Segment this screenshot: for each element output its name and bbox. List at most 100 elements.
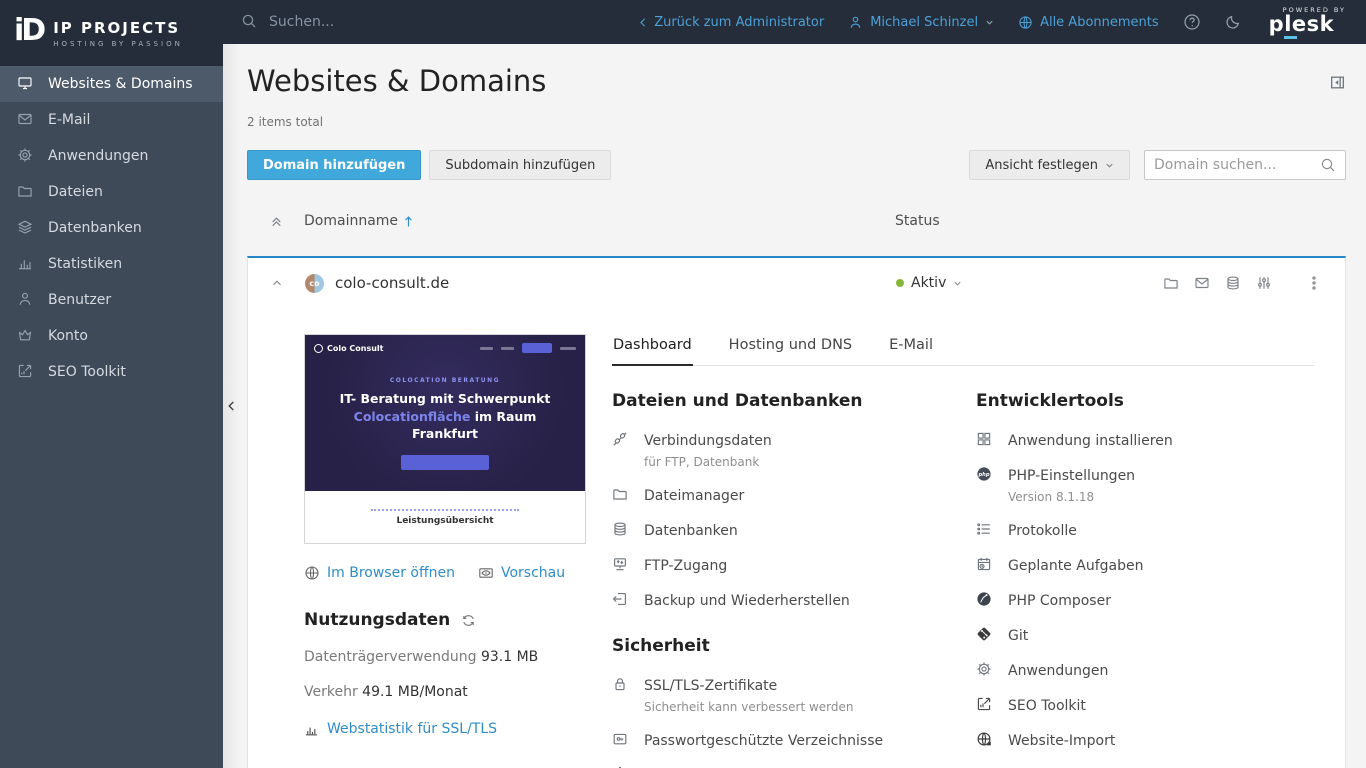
domain-favicon: co — [305, 274, 324, 293]
tab-e-mail[interactable]: E-Mail — [888, 334, 934, 365]
plesk-logo[interactable]: POWERED BY plesk — [1269, 6, 1346, 39]
envelope-icon — [17, 111, 35, 129]
domain-search-input[interactable] — [1154, 157, 1320, 173]
items-total: 2 items total — [247, 115, 1346, 129]
search-icon[interactable] — [1320, 157, 1336, 173]
sidebar-item-datenbanken[interactable]: Datenbanken — [0, 210, 223, 246]
git-icon — [976, 626, 994, 644]
website-preview-thumbnail[interactable]: Colo Consult COLOCATION BERATUNG — [304, 334, 586, 544]
tool-protokolle[interactable]: Protokolle — [976, 520, 1315, 539]
tool-anwendung-installieren[interactable]: Anwendung installieren — [976, 430, 1315, 449]
chevron-left-icon — [639, 17, 647, 28]
tool-ftp-zugang[interactable]: FTP-Zugang — [612, 555, 950, 574]
folder-icon — [612, 486, 630, 504]
globe-icon — [1018, 15, 1033, 30]
collapse-panel-icon[interactable] — [1329, 74, 1346, 91]
sliders-icon — [1256, 275, 1272, 291]
tool-passwortgesch-tzte-verzeichnisse[interactable]: Passwortgeschützte Verzeichnisse — [612, 730, 950, 749]
domain-tabs: Dashboard Hosting und DNS E-Mail — [612, 334, 1315, 366]
domain-search[interactable] — [1144, 150, 1346, 180]
sidebar-item-e-mail[interactable]: E-Mail — [0, 102, 223, 138]
databases-button[interactable] — [1224, 274, 1242, 292]
composer-icon — [976, 591, 994, 609]
preview-hero-button — [401, 455, 489, 470]
help-icon[interactable] — [1183, 13, 1201, 31]
sidebar-item-seo-toolkit[interactable]: SEO Toolkit — [0, 354, 223, 390]
sidebar-item-statistiken[interactable]: Statistiken — [0, 246, 223, 282]
web-statistics-link[interactable]: Webstatistik für SSL/TLS — [327, 721, 497, 737]
svg-text:php: php — [977, 472, 989, 478]
tool-anwendungen[interactable]: Anwendungen — [976, 660, 1315, 679]
php-icon: php — [976, 466, 994, 484]
user-icon — [848, 15, 863, 30]
tool-dateimanager[interactable]: Dateimanager — [612, 485, 950, 504]
tool-git[interactable]: Git — [976, 625, 1315, 644]
preview-heading: IT- Beratung mit Schwerpunkt Colocationf… — [314, 390, 576, 443]
dark-mode-moon-icon[interactable] — [1225, 13, 1243, 31]
back-to-administrator-link[interactable]: Zurück zum Administrator — [639, 15, 824, 30]
sort-ascending-icon — [403, 215, 414, 228]
column-header-domainname[interactable]: Domainname — [304, 213, 414, 229]
backup-icon — [612, 591, 630, 609]
global-search[interactable] — [241, 13, 639, 31]
global-search-input[interactable] — [269, 14, 569, 30]
tab-hosting-und-dns[interactable]: Hosting und DNS — [728, 334, 853, 365]
more-button[interactable] — [1305, 274, 1323, 292]
user-menu[interactable]: Michael Schinzel — [848, 15, 994, 30]
add-subdomain-button[interactable]: Subdomain hinzufügen — [429, 150, 611, 180]
tool-datenbanken[interactable]: Datenbanken — [612, 520, 950, 539]
tool-geplante-aufgaben[interactable]: Geplante Aufgaben — [976, 555, 1315, 574]
sidebar-item-websites-domains[interactable]: Websites & Domains — [0, 66, 223, 102]
chart-icon — [17, 255, 35, 273]
section-title: Dateien und Datenbanken — [612, 391, 950, 411]
mail-button[interactable] — [1193, 274, 1211, 292]
connection-icon — [612, 431, 630, 449]
sidebar-item-benutzer[interactable]: Benutzer — [0, 282, 223, 318]
protected-folder-icon — [612, 731, 630, 749]
hosting-settings-button[interactable] — [1255, 274, 1273, 292]
gear-icon — [17, 147, 35, 165]
collapse-row-icon[interactable] — [270, 276, 284, 290]
sidebar-item-konto[interactable]: Konto — [0, 318, 223, 354]
envelope-icon — [1194, 275, 1210, 291]
domain-name-link[interactable]: colo-consult.de — [335, 274, 449, 292]
collapse-all-icon[interactable] — [269, 214, 284, 229]
globe-import-icon — [976, 731, 994, 749]
tab-dashboard[interactable]: Dashboard — [612, 334, 693, 366]
tool-php-composer[interactable]: PHP Composer — [976, 590, 1315, 609]
website-preview-footer: Leistungsübersicht — [305, 491, 585, 543]
all-subscriptions-link[interactable]: Alle Abonnements — [1018, 15, 1159, 30]
sidebar-item-anwendungen[interactable]: Anwendungen — [0, 138, 223, 174]
ip-projects-logo[interactable]: iD IP PROJECTS HOSTING BY PASSION — [0, 0, 223, 66]
refresh-icon[interactable] — [461, 613, 476, 628]
tool-website-import[interactable]: Website-Import — [976, 730, 1315, 749]
tool-seo-toolkit[interactable]: SEO Toolkit — [976, 695, 1315, 714]
disk-usage-row: Datenträgerverwendung 93.1 MB — [304, 649, 586, 665]
preview-site-nav — [480, 343, 576, 353]
preview-site-logo-icon — [314, 344, 323, 353]
open-in-browser-link[interactable]: Im Browser öffnen — [304, 565, 455, 581]
status-dropdown[interactable]: Aktiv — [896, 275, 962, 291]
sidebar-item-dateien[interactable]: Dateien — [0, 174, 223, 210]
tool-verbindungsdaten[interactable]: Verbindungsdatenfür FTP, Datenbank — [612, 430, 950, 469]
tool-ssl-tls-zertifikate[interactable]: SSL/TLS-ZertifikateSicherheit kann verbe… — [612, 675, 950, 714]
files-button[interactable] — [1162, 274, 1180, 292]
chevron-down-icon — [953, 279, 962, 288]
database-icon — [1225, 275, 1241, 291]
usage-section-title: Nutzungsdaten — [304, 610, 450, 630]
traffic-usage-row: Verkehr 49.1 MB/Monat — [304, 684, 586, 700]
eye-icon — [478, 565, 494, 581]
sidebar-collapse-handle[interactable] — [223, 44, 240, 768]
calendar-icon — [976, 556, 994, 574]
add-domain-button[interactable]: Domain hinzufügen — [247, 150, 421, 180]
set-view-button[interactable]: Ansicht festlegen — [969, 150, 1130, 180]
tool-php-einstellungen[interactable]: phpPHP-EinstellungenVersion 8.1.18 — [976, 465, 1315, 504]
preview-link[interactable]: Vorschau — [478, 565, 565, 581]
column-header-status: Status — [895, 213, 940, 229]
tool-backup-und-wiederherstellen[interactable]: Backup und Wiederherstellen — [612, 590, 950, 609]
seo-icon — [976, 696, 994, 714]
domain-card-header: co colo-consult.de Aktiv — [248, 258, 1345, 308]
chevron-down-icon — [1105, 161, 1114, 170]
status-active-dot — [896, 279, 904, 287]
tools-column-devtools: EntwicklertoolsAnwendung installierenphp… — [976, 391, 1315, 768]
